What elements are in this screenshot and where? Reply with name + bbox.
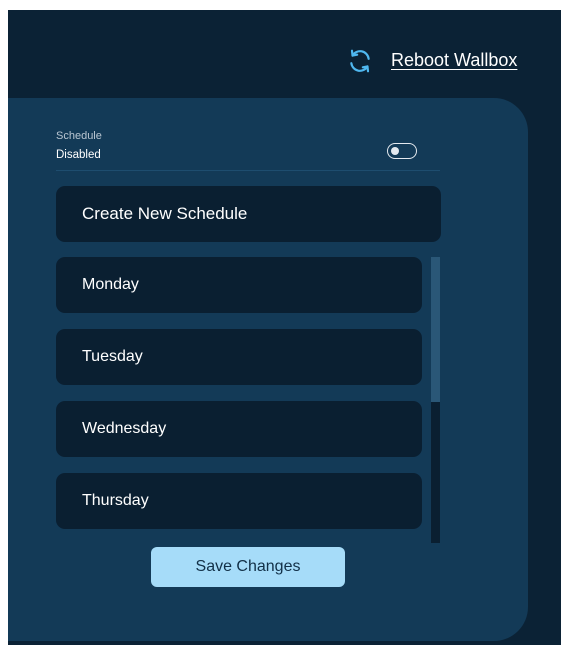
day-list-scrollbar[interactable] <box>431 257 440 543</box>
app-frame: Reboot Wallbox Schedule Disabled Create … <box>8 10 561 645</box>
day-item-tuesday[interactable]: Tuesday <box>56 329 422 385</box>
create-new-schedule-button[interactable]: Create New Schedule <box>56 186 441 242</box>
scrollbar-thumb[interactable] <box>431 257 440 402</box>
day-item-monday[interactable]: Monday <box>56 257 422 313</box>
schedule-divider <box>56 170 440 171</box>
schedule-status: Disabled <box>56 149 101 161</box>
schedule-toggle[interactable] <box>387 143 417 159</box>
header: Reboot Wallbox <box>8 10 561 98</box>
day-item-wednesday[interactable]: Wednesday <box>56 401 422 457</box>
schedule-label: Schedule <box>56 130 102 142</box>
save-changes-button[interactable]: Save Changes <box>151 547 345 587</box>
toggle-knob <box>391 146 399 155</box>
refresh-icon[interactable] <box>347 48 373 74</box>
reboot-wallbox-link[interactable]: Reboot Wallbox <box>391 50 517 71</box>
day-item-thursday[interactable]: Thursday <box>56 473 422 529</box>
